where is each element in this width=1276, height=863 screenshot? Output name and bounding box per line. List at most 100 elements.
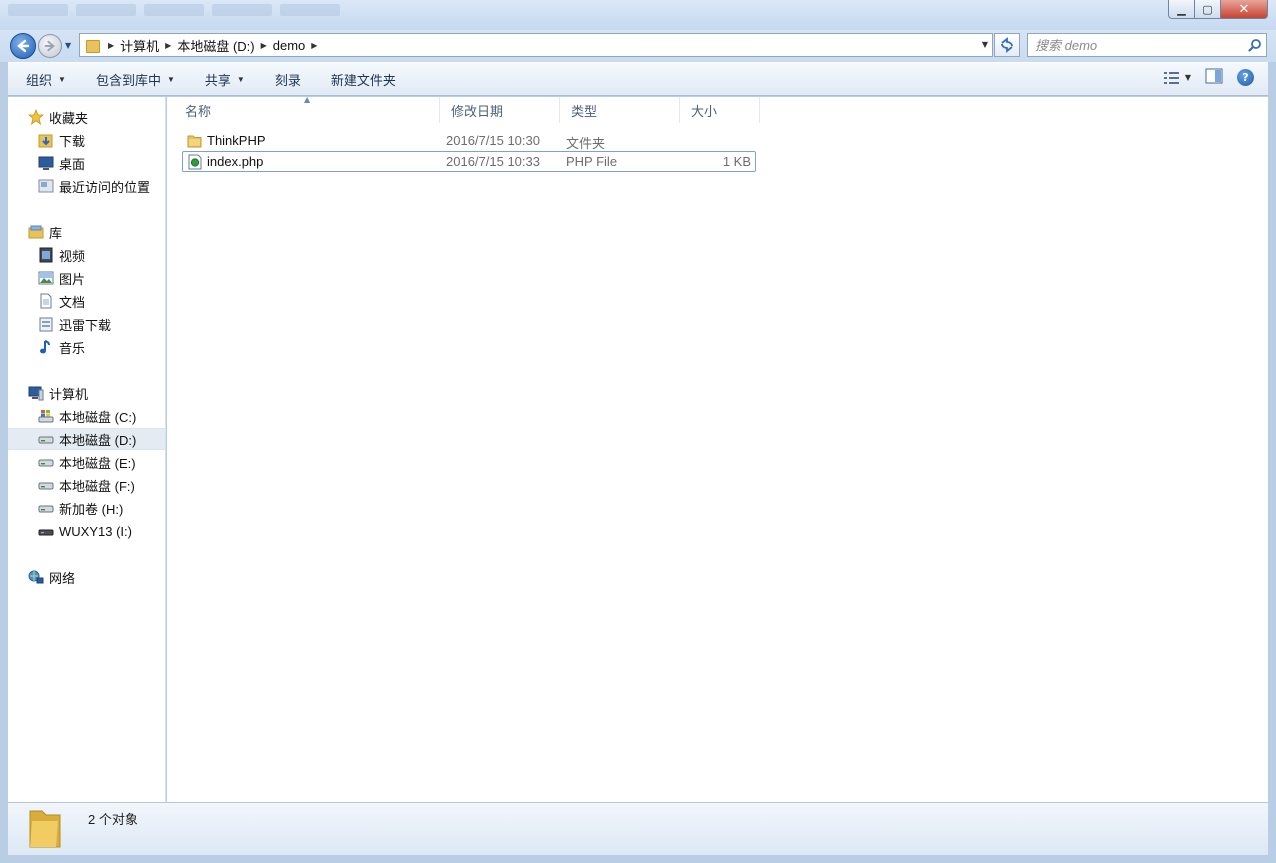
sidebar-item-label: 文档: [59, 294, 86, 310]
forward-button[interactable]: [38, 34, 62, 58]
removable-drive-icon: [38, 523, 54, 539]
search-icon[interactable]: [1244, 38, 1266, 52]
sidebar-item-favorites[interactable]: 收藏夹: [8, 106, 165, 128]
chevron-down-icon: ▼: [166, 74, 175, 84]
sidebar-item-thunder-downloads[interactable]: 迅雷下载: [8, 313, 165, 335]
minimize-button[interactable]: ▁: [1168, 0, 1195, 19]
preview-pane-button[interactable]: [1205, 68, 1223, 87]
sidebar-item-libraries[interactable]: 库: [8, 221, 165, 243]
star-icon: [28, 109, 44, 125]
chevron-down-icon: ▼: [236, 74, 245, 84]
system-drive-icon: [38, 408, 54, 424]
address-bar[interactable]: ▶ 计算机 ▶ 本地磁盘 (D:) ▶ demo ▶ ▼: [79, 33, 993, 57]
desktop-icon: [38, 155, 54, 171]
sidebar-item-label: WUXY13 (I:): [59, 523, 132, 539]
sidebar-item-label: 最近访问的位置: [59, 179, 151, 195]
item-count: 2 个对象: [88, 812, 138, 827]
chevron-right-icon[interactable]: ▶: [108, 41, 114, 50]
title-bar-ghost: [8, 4, 340, 16]
drive-icon: [38, 477, 54, 493]
sidebar-item-drive-d[interactable]: 本地磁盘 (D:): [8, 428, 165, 450]
sidebar-item-label: 本地磁盘 (D:): [59, 432, 137, 448]
breadcrumb-demo[interactable]: demo: [273, 38, 306, 53]
file-type: 文件夹: [566, 136, 606, 151]
chevron-right-icon[interactable]: ▶: [311, 41, 317, 50]
sidebar-item-documents[interactable]: 文档: [8, 290, 165, 312]
back-button[interactable]: [10, 33, 36, 59]
navigation-bar: ▼ ▶ 计算机 ▶ 本地磁盘 (D:) ▶ demo ▶ ▼: [0, 30, 1276, 62]
new-folder-button[interactable]: 新建文件夹: [313, 66, 408, 92]
include-in-library-label: 包含到库中: [95, 72, 161, 88]
chevron-down-icon[interactable]: ▼: [1185, 73, 1191, 82]
sidebar-item-pictures[interactable]: 图片: [8, 267, 165, 289]
downloads-folder-icon: [38, 132, 54, 148]
sidebar-item-videos[interactable]: 视频: [8, 244, 165, 266]
sidebar-item-computer[interactable]: 计算机: [8, 382, 165, 404]
sidebar-item-drive-c[interactable]: 本地磁盘 (C:): [8, 405, 165, 427]
sidebar-item-label: 库: [49, 225, 63, 241]
column-headers: ▲ 名称 修改日期 类型 大小: [167, 95, 767, 123]
maximize-button[interactable]: ▢: [1195, 0, 1221, 19]
share-label: 共享: [204, 72, 231, 88]
change-view-button[interactable]: ▼: [1163, 71, 1191, 85]
recent-places-icon: [38, 178, 54, 194]
navigation-pane: 收藏夹 下载 桌面 最近访问的位置 库 视频 图片 文档 迅雷下载 音乐 计算机…: [8, 97, 166, 802]
sidebar-item-drive-i[interactable]: WUXY13 (I:): [8, 520, 165, 542]
sidebar-item-music[interactable]: 音乐: [8, 336, 165, 358]
sidebar-item-label: 下载: [59, 133, 86, 149]
title-bar: ▁ ▢ ✕: [0, 0, 1276, 30]
sidebar-item-label: 迅雷下载: [59, 317, 112, 333]
sidebar-item-drive-f[interactable]: 本地磁盘 (F:): [8, 474, 165, 496]
address-dropdown-icon[interactable]: ▼: [982, 40, 988, 49]
sidebar-item-drive-e[interactable]: 本地磁盘 (E:): [8, 451, 165, 473]
help-icon[interactable]: ?: [1237, 69, 1254, 86]
burn-label: 刻录: [274, 72, 301, 88]
column-header-type[interactable]: 类型: [560, 97, 680, 123]
recent-pages-dropdown[interactable]: ▼: [65, 41, 71, 50]
command-bar-right: ▼ ?: [1163, 68, 1254, 87]
sidebar-item-network[interactable]: 网络: [8, 566, 165, 588]
table-row[interactable]: ThinkPHP 2016/7/15 10:30 文件夹: [182, 130, 756, 151]
sidebar-item-drive-h[interactable]: 新加卷 (H:): [8, 497, 165, 519]
sidebar-item-recent-places[interactable]: 最近访问的位置: [8, 175, 165, 197]
preview-pane-icon: [1205, 68, 1223, 84]
folder-icon: [86, 39, 100, 53]
file-type: PHP File: [566, 154, 618, 169]
table-row[interactable]: index.php 2016/7/15 10:33 PHP File 1 KB: [182, 151, 756, 172]
php-file-icon: [187, 154, 203, 170]
column-header-label: 大小: [691, 103, 718, 119]
chevron-right-icon[interactable]: ▶: [261, 41, 267, 50]
burn-button[interactable]: 刻录: [257, 66, 313, 92]
column-header-label: 类型: [571, 103, 598, 119]
arrow-right-icon: [44, 40, 55, 52]
drive-icon: [38, 454, 54, 470]
organize-button[interactable]: 组织 ▼: [8, 66, 78, 92]
search-input[interactable]: [1028, 37, 1244, 53]
include-in-library-button[interactable]: 包含到库中 ▼: [78, 66, 187, 92]
column-header-size[interactable]: 大小: [680, 97, 760, 123]
view-details-icon: [1163, 71, 1179, 84]
sidebar-item-downloads[interactable]: 下载: [8, 129, 165, 151]
sidebar-item-label: 计算机: [49, 386, 89, 402]
sidebar-item-desktop[interactable]: 桌面: [8, 152, 165, 174]
drive-icon: [38, 500, 54, 516]
network-icon: [28, 569, 44, 585]
refresh-button[interactable]: [994, 33, 1020, 57]
breadcrumb-computer[interactable]: 计算机: [120, 36, 159, 55]
file-modified: 2016/7/15 10:30: [446, 133, 540, 148]
share-button[interactable]: 共享 ▼: [187, 66, 257, 92]
column-header-label: 名称: [185, 103, 212, 119]
file-name: ThinkPHP: [207, 133, 266, 148]
column-header-modified[interactable]: 修改日期: [440, 97, 560, 123]
search-box[interactable]: [1027, 33, 1267, 57]
chevron-right-icon[interactable]: ▶: [165, 41, 171, 50]
sidebar-item-label: 收藏夹: [49, 110, 89, 126]
music-note-icon: [38, 339, 54, 355]
breadcrumb-drive-d[interactable]: 本地磁盘 (D:): [177, 36, 254, 55]
column-header-name[interactable]: 名称: [174, 97, 440, 123]
details-pane: 2 个对象: [8, 802, 1268, 855]
arrow-left-icon: [17, 39, 30, 53]
sidebar-item-label: 网络: [49, 570, 76, 586]
close-button[interactable]: ✕: [1221, 0, 1268, 19]
new-folder-label: 新建文件夹: [330, 72, 396, 88]
